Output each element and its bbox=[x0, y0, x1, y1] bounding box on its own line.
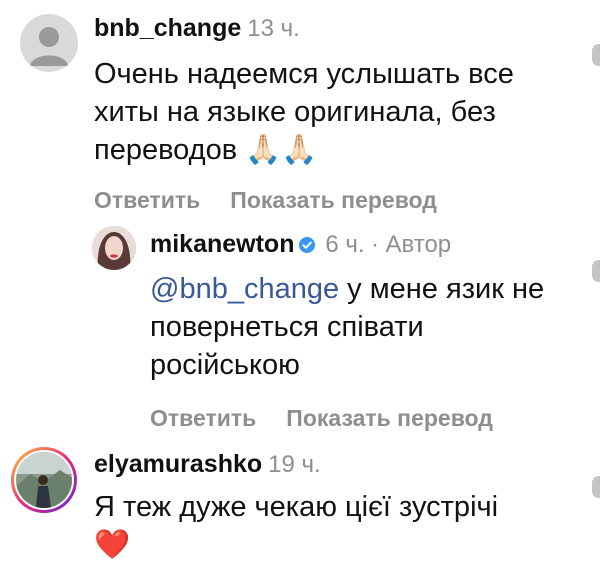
comment-username[interactable]: bnb_change bbox=[94, 14, 241, 42]
like-heart-icon[interactable] bbox=[592, 44, 600, 66]
avatar-mikanewton[interactable] bbox=[92, 226, 136, 270]
profile-photo-icon bbox=[92, 226, 136, 270]
comment-actions: Ответить Показать перевод bbox=[94, 187, 574, 214]
comment-mikanewton: mikanewton 6 ч. · Автор @bnb_change у ме… bbox=[150, 226, 570, 432]
verified-badge-icon bbox=[298, 237, 315, 253]
comment-text: Я теж дуже чекаю цієї зустрічі ❤️ bbox=[94, 488, 564, 564]
default-avatar-icon bbox=[30, 27, 68, 66]
comment-text: @bnb_change у мене язик не повернеться с… bbox=[150, 273, 545, 381]
emoji-heart: ❤️ bbox=[94, 529, 131, 561]
comment-username[interactable]: elyamurashko bbox=[94, 450, 262, 478]
comment-text: Очень надеемся услышать все хиты на язык… bbox=[94, 58, 514, 166]
comment-time: 19 ч. bbox=[268, 451, 321, 478]
comment-time: 6 ч. bbox=[325, 231, 365, 258]
avatar-bnb-change[interactable] bbox=[20, 14, 78, 72]
like-heart-icon[interactable] bbox=[592, 476, 600, 498]
show-translation-button[interactable]: Показать перевод bbox=[230, 187, 437, 213]
author-label: Автор bbox=[385, 231, 452, 258]
meta-separator: · bbox=[371, 231, 380, 258]
profile-photo-icon bbox=[16, 452, 72, 508]
mention-link[interactable]: @bnb_change bbox=[150, 273, 339, 305]
like-heart-icon[interactable] bbox=[592, 260, 600, 282]
avatar-elyamurashko[interactable] bbox=[11, 447, 77, 513]
comment-actions: Ответить Показать перевод bbox=[150, 405, 570, 432]
emoji-pray: 🙏🏻🙏🏻 bbox=[245, 134, 318, 166]
comment-bnb-change: bnb_change 13 ч. Очень надеемся услышать … bbox=[94, 10, 574, 214]
show-translation-button[interactable]: Показать перевод bbox=[286, 405, 493, 431]
comment-username[interactable]: mikanewton bbox=[150, 230, 294, 258]
reply-button[interactable]: Ответить bbox=[94, 187, 200, 213]
comment-time: 13 ч. bbox=[247, 15, 300, 42]
comment-elyamurashko: elyamurashko 19 ч. Я теж дуже чекаю цієї … bbox=[94, 446, 574, 564]
reply-button[interactable]: Ответить bbox=[150, 405, 256, 431]
